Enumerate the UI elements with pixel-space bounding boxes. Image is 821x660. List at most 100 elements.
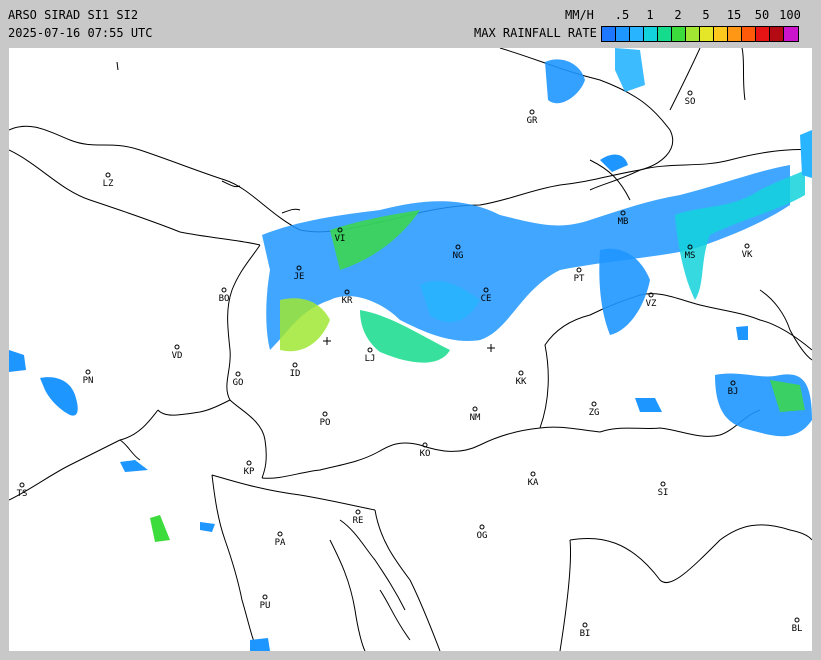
city-og: OG [477,524,488,541]
city-label: CE [481,294,492,304]
city-re: RE [353,509,364,526]
timestamp: 2025-07-16 07:55 UTC [8,26,153,40]
city-label: PT [574,274,585,284]
city-label: KA [528,478,539,488]
city-kk: KK [516,370,527,387]
city-vk: VK [742,243,753,260]
scale-swatch [784,27,798,41]
city-pu: PU [260,594,271,611]
city-label: TS [17,489,28,499]
scale-tick: 15 [726,8,742,22]
city-label: MB [618,217,629,227]
scale-tick: 50 [754,8,770,22]
city-nm: NM [470,406,481,423]
city-pt: PT [574,267,585,284]
precipitation-layer [9,48,812,651]
city-dot-icon [591,401,597,407]
city-label: SO [685,97,696,107]
city-lz: LZ [103,172,114,189]
city-label: GR [527,116,538,126]
city-label: KO [420,449,431,459]
scale-tick: 100 [779,8,801,22]
scale-swatch [714,27,728,41]
city-label: MS [685,251,696,261]
city-label: JE [294,272,305,282]
city-bo: BO [219,287,230,304]
city-dot-icon [744,243,750,249]
radar-window: ARSO SIRAD SI1 SI2 2025-07-16 07:55 UTC … [0,0,821,660]
scale-swatch [602,27,616,41]
city-kp: KP [244,460,255,477]
legend-title: MAX RAINFALL RATE [474,26,597,40]
header-bar: ARSO SIRAD SI1 SI2 2025-07-16 07:55 UTC … [0,0,821,46]
city-label: KP [244,467,255,477]
scale-swatch [728,27,742,41]
color-scale-bar [601,26,799,42]
city-label: PA [275,538,286,548]
city-dot-icon [479,524,485,530]
city-label: ZG [589,408,600,418]
city-dot-icon [221,287,227,293]
city-dot-icon [174,344,180,350]
scale-swatch [644,27,658,41]
city-label: RE [353,516,364,526]
city-dot-icon [85,369,91,375]
radar-map[interactable]: SO GR LZ JE BO VD PN GO ID KR LJ PO NM KK ZG KO KP KA SI TS… [9,48,812,651]
city-label: KR [342,296,353,306]
city-label: ID [290,369,301,379]
city-dot-icon [529,109,535,115]
city-vd: VD [172,344,182,361]
scale-swatch [770,27,784,41]
city-dot-icon [235,371,241,377]
city-pn: PN [83,369,93,386]
city-pa: PA [275,531,286,548]
scale-swatch [658,27,672,41]
city-bi: BI [580,622,591,639]
city-label: BJ [728,387,739,397]
city-id: ID [290,362,301,379]
city-bl: BL [792,617,803,634]
city-dot-icon [262,594,268,600]
city-dot-icon [687,90,693,96]
city-vz: VZ [646,292,657,309]
city-go: GO [233,371,244,388]
city-dot-icon [582,622,588,628]
city-dot-icon [518,370,524,376]
city-label: GO [233,378,244,388]
city-label: BO [219,294,230,304]
scale-swatch [686,27,700,41]
city-dot-icon [105,172,111,178]
city-dot-icon [277,531,283,537]
scale-tick: .5 [614,8,630,22]
city-po: PO [320,411,330,428]
city-label: VI [335,234,346,244]
product-title: ARSO SIRAD SI1 SI2 [8,8,139,22]
scale-swatch [742,27,756,41]
city-dot-icon [794,617,800,623]
city-dot-icon [292,362,298,368]
city-label: KK [516,377,527,387]
scale-swatch [672,27,686,41]
city-zg: ZG [589,401,600,418]
unit-label: MM/H [565,8,594,22]
city-label: NM [470,413,481,423]
city-ts: TS [17,482,28,499]
city-dot-icon [367,347,373,353]
scale-tick: 1 [646,8,654,22]
city-label: SI [658,488,669,498]
map-canvas: SO GR LZ JE BO VD PN GO ID KR LJ PO NM KK ZG KO KP KA SI TS… [9,48,812,651]
city-lj: LJ [365,347,376,364]
city-dot-icon [576,267,582,273]
city-label: PU [260,601,271,611]
city-label: NG [453,251,464,261]
city-dot-icon [355,509,361,515]
city-si: SI [658,481,669,498]
city-label: BI [580,629,591,639]
city-ka: KA [528,471,539,488]
city-label: LJ [365,354,376,364]
scale-swatch [756,27,770,41]
city-label: OG [477,531,488,541]
city-label: BL [792,624,803,634]
city-label: LZ [103,179,114,189]
scale-swatch [616,27,630,41]
